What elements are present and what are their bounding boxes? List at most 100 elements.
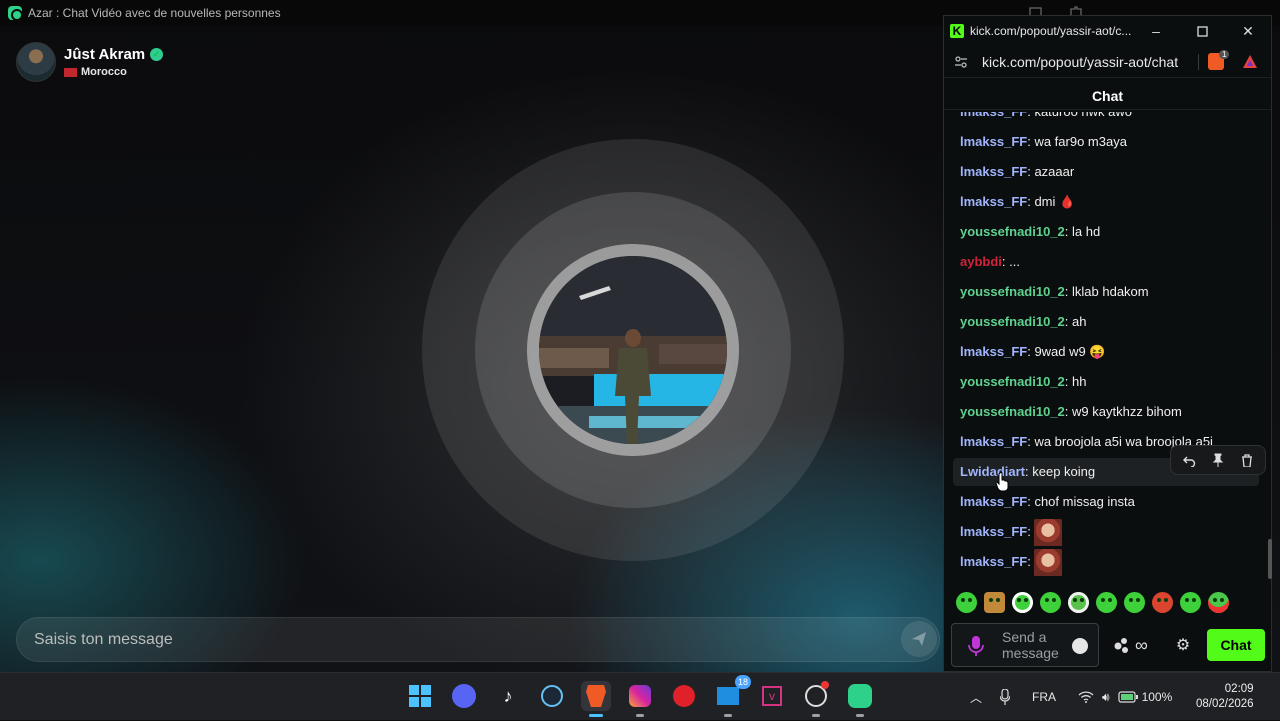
chat-username[interactable]: lmakss_FF: [960, 554, 1027, 569]
chat-message[interactable]: lmakss_FF: 9wad w9 😝: [953, 338, 1259, 366]
wifi-icon[interactable]: [1078, 691, 1094, 703]
chat-message[interactable]: youssefnadi10_2: hh: [953, 368, 1259, 396]
chat-username[interactable]: aybbdi: [960, 254, 1002, 269]
chat-input-box[interactable]: Send a message: [951, 623, 1099, 667]
chat-message[interactable]: lmakss_FF: dmi 🩸: [953, 188, 1259, 216]
send-message-button[interactable]: [901, 621, 937, 657]
chat-message[interactable]: lmakss_FF:: [953, 548, 1259, 576]
chat-message[interactable]: youssefnadi10_2: ah: [953, 308, 1259, 336]
emote-icon[interactable]: [1180, 592, 1201, 613]
chat-message-list[interactable]: lmakss_FF: katuroo nwk awo lmakss_FF: wa …: [944, 112, 1264, 590]
chat-username[interactable]: lmakss_FF: [960, 164, 1027, 179]
chat-message[interactable]: youssefnadi10_2: lklab hdakom: [953, 278, 1259, 306]
chat-message[interactable]: lmakss_FF: chof missag insta: [953, 488, 1259, 516]
battery-percent: 100%: [1141, 690, 1173, 704]
battery-icon[interactable]: [1117, 691, 1138, 703]
chat-username[interactable]: lmakss_FF: [960, 524, 1027, 539]
system-clock[interactable]: 02:09 08/02/2026: [1196, 682, 1254, 712]
emote-icon[interactable]: [1096, 592, 1117, 613]
emote-menu-button[interactable]: ∞: [1113, 634, 1159, 656]
chevron-up-icon[interactable]: ︿: [970, 689, 982, 706]
volume-icon[interactable]: 🔊︎: [1102, 690, 1110, 705]
steam-icon: [541, 685, 563, 707]
taskbar-app-record[interactable]: [801, 681, 831, 717]
partner-profile[interactable]: Jûst Akram ✓ Morocco: [16, 42, 164, 82]
message-bar: [16, 617, 940, 662]
delete-icon[interactable]: [1236, 449, 1258, 471]
emote-icon[interactable]: [1012, 592, 1033, 613]
chat-message[interactable]: lmakss_FF:: [953, 518, 1259, 546]
windows-start-icon: [409, 685, 431, 707]
minimize-icon[interactable]: –: [1147, 22, 1165, 40]
avatar[interactable]: [16, 42, 56, 82]
taskbar-azar[interactable]: [845, 681, 875, 717]
emote-icon[interactable]: [956, 592, 977, 613]
taskbar-app-v[interactable]: v: [757, 681, 787, 711]
chat-username[interactable]: lmakss_FF: [960, 344, 1027, 359]
brave-rewards-icon[interactable]: [1242, 54, 1258, 70]
chat-message-text: chof missag insta: [1034, 494, 1135, 509]
emote-icon[interactable]: [984, 592, 1005, 613]
chat-message[interactable]: lmakss_FF: katuroo nwk awo: [953, 112, 1259, 126]
taskbar-tiktok[interactable]: ♪: [493, 681, 523, 711]
kick-logo-icon: K: [950, 24, 964, 38]
microphone-icon[interactable]: [966, 635, 986, 657]
active-indicator: [589, 714, 603, 717]
chat-username[interactable]: youssefnadi10_2: [960, 284, 1065, 299]
clock-date: 08/02/2026: [1196, 698, 1254, 710]
running-indicator: [812, 714, 820, 717]
chat-message[interactable]: youssefnadi10_2: w9 kaytkhzz bihom: [953, 398, 1259, 426]
running-indicator: [856, 714, 864, 717]
emote-icon[interactable]: [1124, 592, 1145, 613]
emote-icon[interactable]: [1208, 592, 1229, 613]
emoji-picker-icon[interactable]: [1072, 638, 1088, 654]
message-input[interactable]: [17, 618, 939, 661]
chat-send-button[interactable]: Chat: [1207, 629, 1265, 661]
chat-separator: :: [1064, 224, 1073, 239]
emote-icon[interactable]: [1068, 592, 1089, 613]
chat-message[interactable]: lmakss_FF: wa far9o m3aya: [953, 128, 1259, 156]
chat-username[interactable]: Lwidadiart: [960, 464, 1025, 479]
taskbar-app-red[interactable]: [669, 681, 699, 711]
chat-message[interactable]: aybbdi: ...: [953, 248, 1259, 276]
chat-username[interactable]: lmakss_FF: [960, 194, 1027, 209]
chat-separator: :: [1064, 314, 1073, 329]
taskbar-brave[interactable]: [581, 681, 611, 717]
maximize-icon[interactable]: [1193, 22, 1211, 40]
chat-username[interactable]: youssefnadi10_2: [960, 404, 1065, 419]
app-v-icon: v: [762, 686, 782, 706]
taskbar-mail[interactable]: 18: [713, 675, 751, 717]
partner-name: Jûst Akram: [64, 46, 146, 63]
chat-message-text: w9 kaytkhzz bihom: [1072, 404, 1182, 419]
microphone-tray-icon[interactable]: [1000, 689, 1011, 705]
send-icon: [912, 632, 926, 646]
undo-icon[interactable]: [1178, 449, 1200, 471]
site-settings-icon[interactable]: [954, 55, 968, 69]
taskbar-instagram[interactable]: [625, 681, 655, 717]
taskbar-steam[interactable]: [537, 681, 567, 711]
language-indicator[interactable]: FRA: [1032, 690, 1056, 704]
taskbar-discord[interactable]: [449, 681, 479, 711]
chat-username[interactable]: lmakss_FF: [960, 112, 1027, 119]
chat-username[interactable]: youssefnadi10_2: [960, 224, 1065, 239]
emote-icon[interactable]: [1040, 592, 1061, 613]
partner-photo: [539, 256, 727, 444]
pin-icon[interactable]: [1207, 449, 1229, 471]
chat-message[interactable]: youssefnadi10_2: la hd: [953, 218, 1259, 246]
chat-username[interactable]: lmakss_FF: [960, 494, 1027, 509]
chat-message[interactable]: lmakss_FF: azaaar: [953, 158, 1259, 186]
start-button[interactable]: [405, 681, 435, 711]
kick-url: kick.com/popout/yassir-aot/chat: [982, 53, 1179, 70]
app-red-icon: [673, 685, 695, 707]
chat-username[interactable]: lmakss_FF: [960, 434, 1027, 449]
chat-scrollbar[interactable]: [1268, 539, 1272, 579]
verified-badge-icon: ✓: [150, 48, 164, 61]
kick-address-bar[interactable]: kick.com/popout/yassir-aot/chat 1: [944, 46, 1271, 78]
chat-settings-icon[interactable]: ⚙: [1173, 635, 1193, 655]
emote-icon[interactable]: [1152, 592, 1173, 613]
close-icon[interactable]: ✕: [1239, 22, 1257, 40]
clock-time: 02:09: [1224, 683, 1254, 695]
chat-username[interactable]: youssefnadi10_2: [960, 374, 1065, 389]
chat-username[interactable]: youssefnadi10_2: [960, 314, 1065, 329]
chat-username[interactable]: lmakss_FF: [960, 134, 1027, 149]
